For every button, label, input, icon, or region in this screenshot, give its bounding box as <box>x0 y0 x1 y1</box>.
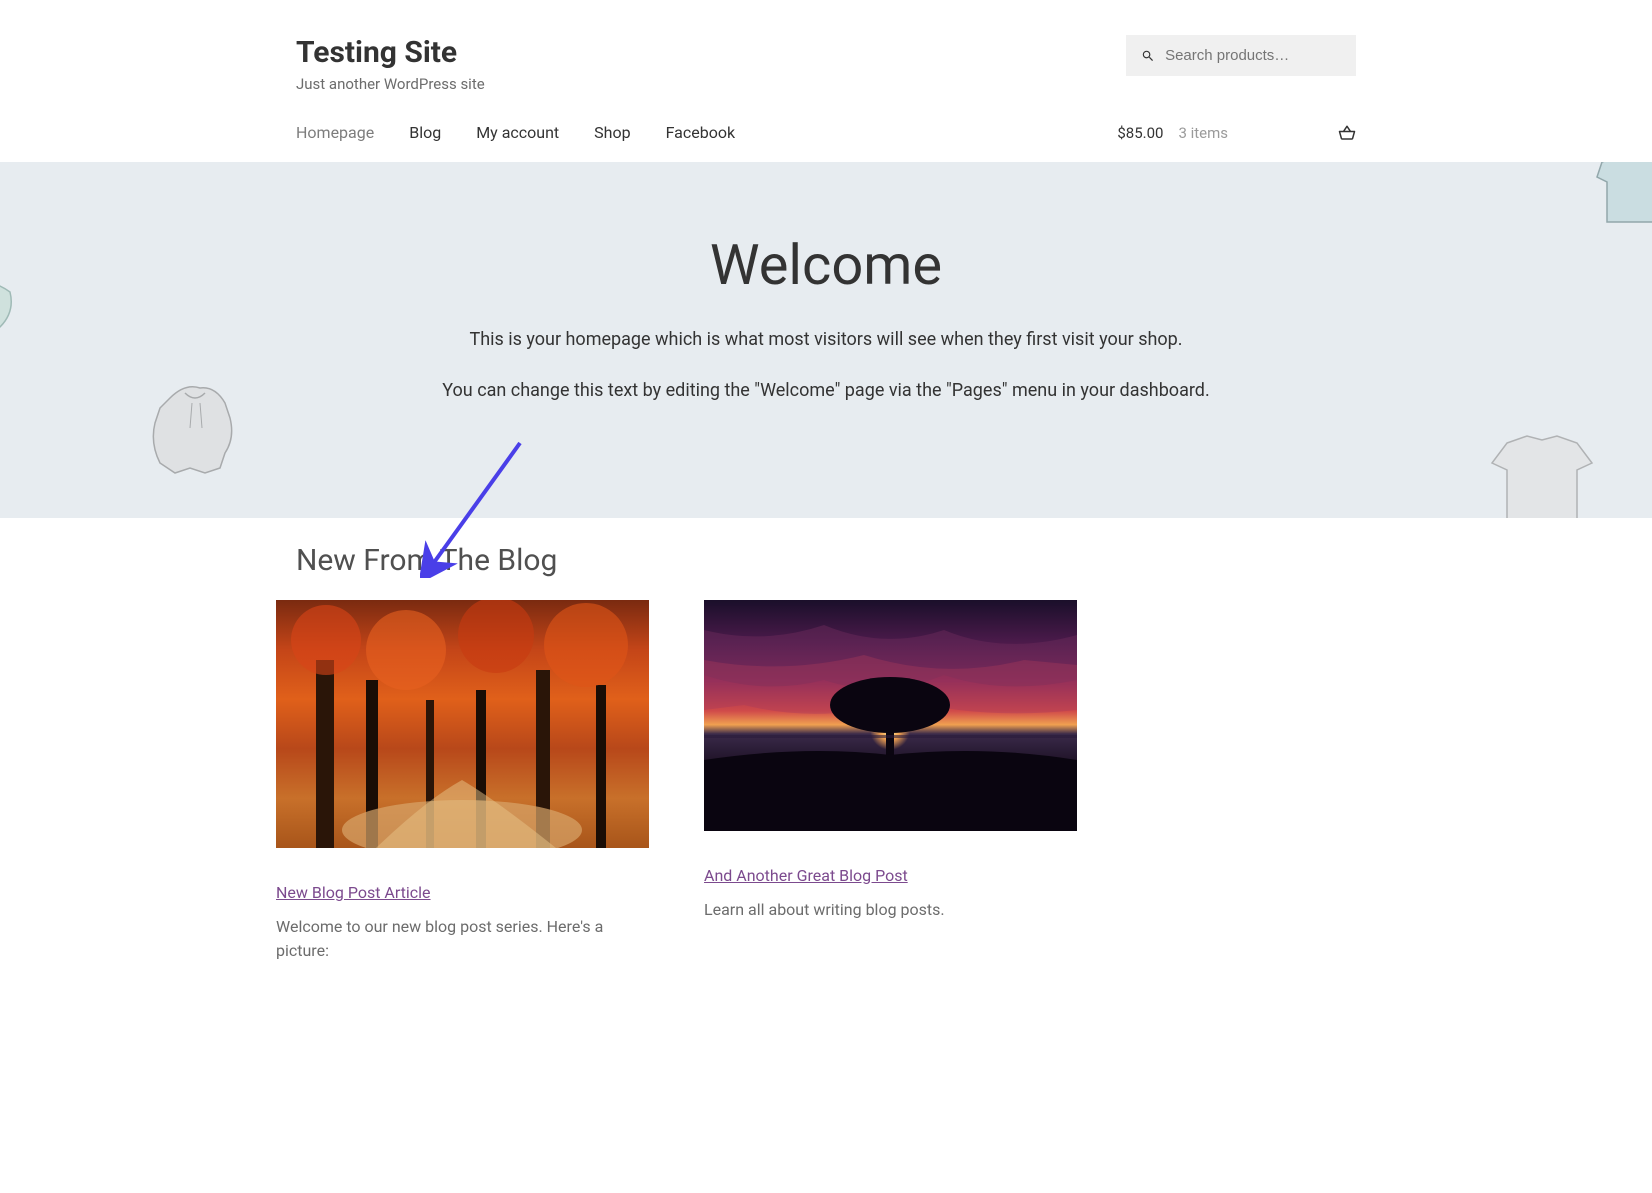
blog-section: New From The Blog <box>206 518 1446 983</box>
site-title[interactable]: Testing Site <box>296 35 1126 70</box>
nav-facebook[interactable]: Facebook <box>666 123 735 142</box>
tshirt-bottom-decoration-icon <box>1482 428 1622 518</box>
blog-card: New Blog Post Article Welcome to our new… <box>276 600 649 963</box>
blog-post-title-link[interactable]: New Blog Post Article <box>276 883 431 902</box>
branding: Testing Site Just another WordPress site <box>296 35 1126 93</box>
nav-blog[interactable]: Blog <box>409 123 441 142</box>
nav-homepage[interactable]: Homepage <box>296 123 374 142</box>
tshirt-decoration-icon <box>1582 162 1652 232</box>
blog-post-image[interactable] <box>704 600 1077 831</box>
hero-line2: You can change this text by editing the … <box>20 377 1632 404</box>
sleeve-decoration-icon <box>0 272 30 342</box>
blog-post-title-link[interactable]: And Another Great Blog Post <box>704 866 908 885</box>
blog-grid: New Blog Post Article Welcome to our new… <box>276 600 1376 963</box>
hoodie-decoration-icon <box>130 378 260 488</box>
search-input[interactable] <box>1165 47 1341 64</box>
blog-post-excerpt: Learn all about writing blog posts. <box>704 898 1077 922</box>
hero-line1: This is your homepage which is what most… <box>20 326 1632 353</box>
hero-section: Welcome This is your homepage which is w… <box>0 162 1652 518</box>
blog-heading: New From The Blog <box>296 543 1376 578</box>
nav-row: Homepage Blog My account Shop Facebook $… <box>276 93 1376 162</box>
site-tagline: Just another WordPress site <box>296 75 1126 93</box>
blog-post-image[interactable] <box>276 600 649 848</box>
blog-post-excerpt: Welcome to our new blog post series. Her… <box>276 915 649 963</box>
site-header: Testing Site Just another WordPress site <box>276 0 1376 93</box>
main-nav: Homepage Blog My account Shop Facebook <box>296 123 735 142</box>
blog-card: And Another Great Blog Post Learn all ab… <box>704 600 1077 963</box>
search-icon <box>1141 48 1155 64</box>
basket-icon <box>1338 124 1356 142</box>
cart-items-count: 3 items <box>1178 124 1228 142</box>
nav-my-account[interactable]: My account <box>476 123 559 142</box>
cart-total: $85.00 <box>1117 124 1163 142</box>
cart-summary[interactable]: $85.00 3 items <box>1117 124 1356 142</box>
hero-title: Welcome <box>20 232 1632 298</box>
search-box[interactable] <box>1126 35 1356 76</box>
nav-shop[interactable]: Shop <box>594 123 630 142</box>
